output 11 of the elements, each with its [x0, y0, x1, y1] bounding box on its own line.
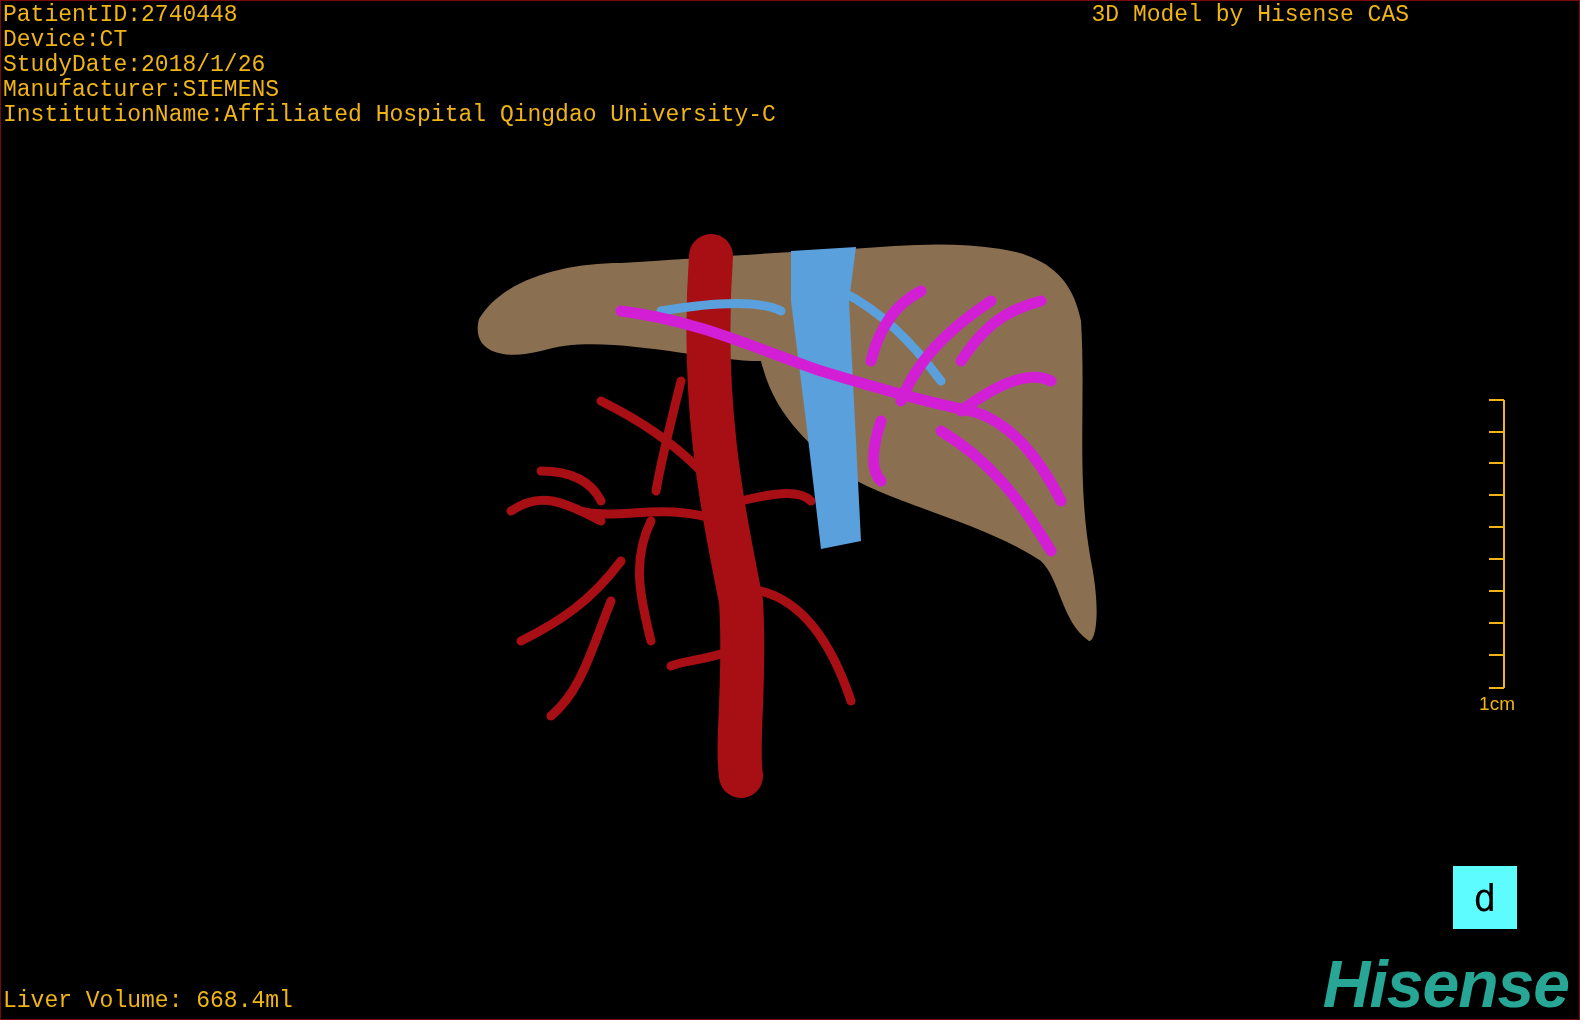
- info-line: Device:CT: [3, 28, 129, 53]
- logo: Hisense: [1322, 953, 1570, 1015]
- info-line: PatientID:2740448: [3, 3, 239, 28]
- info-line: InstitutionName:Affiliated Hospital Qingdao University-C: [3, 103, 776, 128]
- scale-label: 1cm: [1479, 693, 1515, 715]
- info-line: StudyDate:2018/1/26: [3, 53, 267, 78]
- liver-volume-text: Liver Volume: 668.4ml: [3, 987, 293, 1015]
- info-line: Manufacturer:SIEMENS: [3, 78, 281, 103]
- view-button[interactable]: d: [1453, 866, 1517, 929]
- scale-bar-icon: [1487, 399, 1507, 689]
- app-title: 3D Model by Hisense CAS: [1091, 3, 1409, 30]
